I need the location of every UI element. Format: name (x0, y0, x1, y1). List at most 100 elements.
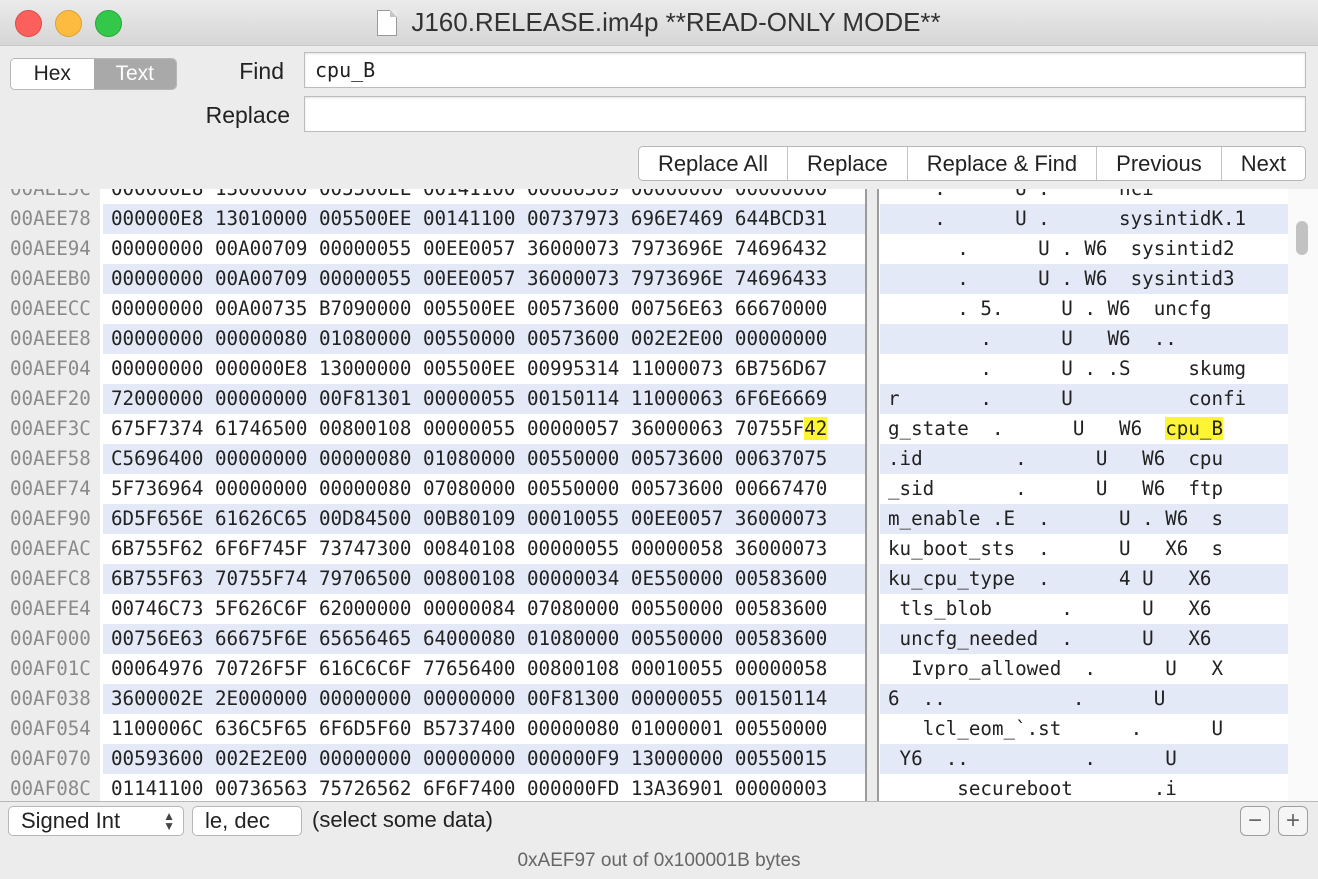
text-row[interactable]: r . U confi (880, 384, 1288, 414)
text-row[interactable]: . U . hci (880, 189, 1288, 204)
hex-mode-segment[interactable]: Hex (11, 59, 94, 89)
endianness-select[interactable]: le, dec (192, 806, 302, 836)
hex-word[interactable]: 62000000 (319, 597, 411, 620)
hex-word[interactable]: 00000003 (735, 777, 827, 800)
hex-word[interactable]: 36000073 (527, 237, 619, 260)
hex-word[interactable]: 00667470 (735, 477, 827, 500)
replace-input[interactable] (304, 96, 1306, 132)
hex-word[interactable]: 002E2E00 (215, 747, 307, 770)
hex-word[interactable]: 00000055 (423, 387, 515, 410)
hex-row[interactable]: 00000000 00000080 01080000 00550000 0057… (103, 324, 865, 354)
hex-word[interactable]: 00573600 (631, 447, 723, 470)
text-row[interactable]: .id . U W6 cpu (880, 444, 1288, 474)
hex-row[interactable]: 01141100 00736563 75726562 6F6F7400 0000… (103, 774, 865, 801)
hex-word[interactable]: 00995314 (527, 357, 619, 380)
hex-word[interactable]: 70726F5F (215, 657, 307, 680)
hex-word[interactable]: 00000000 (631, 189, 723, 200)
hex-word[interactable]: 70755F42 (735, 417, 828, 440)
hex-word[interactable]: 6D5F656E (111, 507, 203, 530)
hex-row[interactable]: 00593600 002E2E00 00000000 00000000 0000… (103, 744, 865, 774)
hex-word[interactable]: 000000F9 (527, 747, 619, 770)
hex-word[interactable]: 00000034 (527, 567, 619, 590)
hex-word[interactable]: 675F7374 (111, 417, 203, 440)
hex-row[interactable]: 00000000 00A00709 00000055 00EE0057 3600… (103, 234, 865, 264)
hex-word[interactable]: 00000000 (111, 327, 203, 350)
hex-word[interactable]: 65656465 (319, 627, 411, 650)
hex-word[interactable]: 00000000 (111, 357, 203, 380)
hex-word[interactable]: 70755F74 (215, 567, 307, 590)
hex-word[interactable]: 64000080 (423, 627, 515, 650)
text-row[interactable]: Ivpro_allowed . U X (880, 654, 1288, 684)
hex-word[interactable]: 00000055 (631, 687, 723, 710)
vertical-scrollbar[interactable] (1288, 189, 1318, 801)
hex-word[interactable]: 00010055 (631, 657, 723, 680)
hex-word[interactable]: 00593600 (111, 747, 203, 770)
text-row[interactable]: Y6 .. . U (880, 744, 1288, 774)
hex-word[interactable]: 01141100 (111, 777, 203, 800)
text-row[interactable]: _sid . U W6 ftp (880, 474, 1288, 504)
hex-row[interactable]: 00756E63 66675F6E 65656465 64000080 0108… (103, 624, 865, 654)
hex-word[interactable]: 005500EE (319, 207, 411, 230)
hex-word[interactable]: 005500EE (319, 189, 411, 200)
minus-button[interactable]: − (1240, 806, 1270, 836)
text-row[interactable]: . 5. U . W6 uncfg (880, 294, 1288, 324)
hex-word[interactable]: 00000057 (527, 417, 619, 440)
hex-word[interactable]: 616C6C6F (319, 657, 411, 680)
text-column[interactable]: . U . hci . U . sysintidK.1 . U . W6 sys… (880, 189, 1288, 801)
hex-word[interactable]: 00A00735 (215, 297, 307, 320)
hex-word[interactable]: 00EE0057 (631, 507, 723, 530)
hex-word[interactable]: 00EE0057 (423, 267, 515, 290)
hex-word[interactable]: 00550015 (735, 747, 827, 770)
hex-word[interactable]: 3600002E (111, 687, 203, 710)
hex-word[interactable]: 005500EE (423, 357, 515, 380)
hex-row[interactable]: 000000E8 13010000 005500EE 00141100 0073… (103, 204, 865, 234)
hex-word[interactable]: 2E000000 (215, 687, 307, 710)
hex-word[interactable]: 00573600 (631, 477, 723, 500)
hex-row[interactable]: C5696400 00000000 00000080 01080000 0055… (103, 444, 865, 474)
hex-word[interactable]: 36000073 (735, 507, 827, 530)
hex-word[interactable]: B5737400 (423, 717, 515, 740)
hex-word[interactable]: 00583600 (735, 627, 827, 650)
hex-row[interactable]: 72000000 00000000 00F81301 00000055 0015… (103, 384, 865, 414)
hex-row[interactable]: 6B755F62 6F6F745F 73747300 00840108 0000… (103, 534, 865, 564)
text-row[interactable]: tls_blob . U X6 (880, 594, 1288, 624)
plus-button[interactable]: + (1278, 806, 1308, 836)
hex-word[interactable]: 696E7469 (631, 207, 723, 230)
hex-word[interactable]: 00010055 (527, 507, 619, 530)
find-input[interactable] (304, 52, 1306, 88)
hex-word[interactable]: 00D84500 (319, 507, 411, 530)
hex-word[interactable]: 6B755F62 (111, 537, 203, 560)
hex-word[interactable]: 00000000 (735, 189, 827, 200)
hex-row[interactable]: 00000000 00A00735 B7090000 005500EE 0057… (103, 294, 865, 324)
hex-text-segmented-control[interactable]: Hex Text (10, 58, 177, 90)
hex-word[interactable]: 13010000 (215, 207, 307, 230)
hex-row[interactable]: 3600002E 2E000000 00000000 00000000 00F8… (103, 684, 865, 714)
hex-row[interactable]: 000000E8 13000000 005500EE 00141100 0068… (103, 189, 865, 204)
hex-word[interactable]: 00150114 (735, 687, 827, 710)
hex-word[interactable]: 00000055 (527, 537, 619, 560)
text-row[interactable]: 6 .. . U (880, 684, 1288, 714)
hex-column[interactable]: 000000E8 13000000 005500EE 00141100 0068… (103, 189, 865, 801)
hex-word[interactable]: B7090000 (319, 297, 411, 320)
text-row[interactable]: lcl_eom_`.st . U (880, 714, 1288, 744)
hex-word[interactable]: 66670000 (735, 297, 827, 320)
hex-word[interactable]: 00EE0057 (423, 237, 515, 260)
hex-word[interactable]: 00000000 (735, 327, 827, 350)
hex-word[interactable]: 13000000 (215, 189, 307, 200)
hex-word[interactable]: 00800108 (527, 657, 619, 680)
hex-word[interactable]: 000000FD (527, 777, 619, 800)
hex-word[interactable]: 00A00709 (215, 237, 307, 260)
hex-word[interactable]: 00000084 (423, 597, 515, 620)
hex-word[interactable]: 7973696E (631, 237, 723, 260)
hex-word[interactable]: 00550000 (527, 477, 619, 500)
hex-word[interactable]: 13000000 (319, 357, 411, 380)
hex-word[interactable]: 00550000 (735, 717, 827, 740)
hex-word[interactable]: 11000073 (631, 357, 723, 380)
hex-word[interactable]: 61626C65 (215, 507, 307, 530)
replace-all-button[interactable]: Replace All (639, 147, 787, 180)
hex-word[interactable]: 74696433 (735, 267, 827, 290)
hex-word[interactable]: 00000000 (111, 237, 203, 260)
hex-word[interactable]: 36000073 (527, 267, 619, 290)
hex-word[interactable]: 79706500 (319, 567, 411, 590)
text-mode-segment[interactable]: Text (93, 59, 176, 89)
